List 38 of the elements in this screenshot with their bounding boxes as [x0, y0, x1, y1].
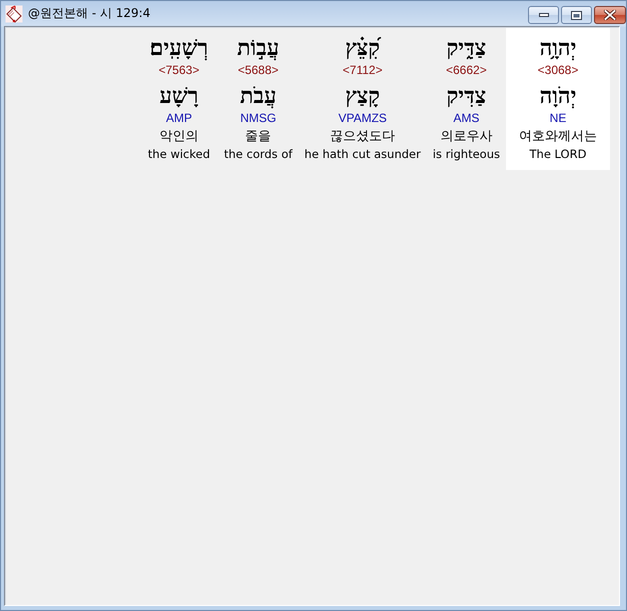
lemma-word: צַדִּיק [446, 82, 486, 110]
minimize-icon [538, 13, 548, 17]
morphology-code: AMS [453, 111, 480, 125]
morphology-code: AMP [166, 111, 192, 125]
korean-gloss: 끊으셨도다 [330, 128, 396, 146]
hebrew-word: רְשָׁעִֽים׃ [150, 34, 208, 62]
english-gloss: The LORD [530, 146, 586, 162]
lemma-word: יְהֹוָה [540, 82, 576, 110]
english-gloss: the cords of [224, 146, 292, 162]
hebrew-word: יְהוָ֥ה [540, 34, 576, 62]
lemma-word: קָצַץ [345, 82, 380, 110]
strongs-number: <7112> [342, 63, 382, 77]
hebrew-word: עֲב֣וֹת [237, 34, 280, 62]
korean-gloss: 의로우사 [440, 128, 492, 146]
maximize-icon [571, 10, 582, 20]
close-icon [604, 10, 616, 20]
morphology-code: NE [550, 111, 566, 125]
window-title: @원전본해 - 시 129:4 [28, 5, 150, 22]
morphology-code: VPAMZS [338, 111, 387, 125]
korean-gloss: 여호와께서는 [519, 128, 597, 146]
strongs-number: <6662> [446, 63, 487, 77]
lemma-word: עֲבֹת [240, 82, 276, 110]
book-pencil-icon [5, 5, 23, 23]
close-button[interactable] [594, 6, 626, 24]
morphology-code: NMSG [240, 111, 276, 125]
minimize-button[interactable] [528, 6, 559, 24]
strongs-number: <5688> [238, 63, 279, 77]
maximize-button[interactable] [561, 6, 592, 24]
english-gloss: is righteous [432, 146, 500, 162]
strongs-number: <3068> [538, 63, 578, 77]
lemma-word: רָשָׁע [160, 82, 198, 110]
hebrew-word: צַדִּ֑יק [446, 34, 486, 62]
english-gloss: the wicked [148, 146, 210, 162]
english-gloss: he hath cut asunder [304, 146, 421, 162]
korean-gloss: 악인의 [159, 128, 198, 146]
hebrew-word: קִ֝צֵּ֗ץ [345, 34, 380, 62]
strongs-number: <7563> [158, 63, 200, 77]
korean-gloss: 줄을 [245, 128, 272, 146]
